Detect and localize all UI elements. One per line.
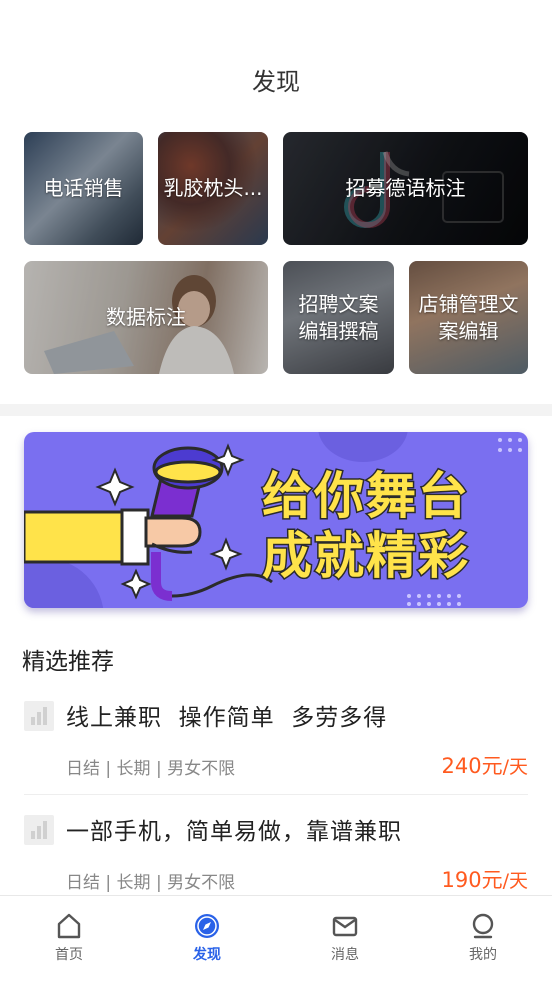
job-thumbnail-icon bbox=[24, 815, 54, 845]
mail-icon bbox=[332, 916, 358, 937]
compass-icon bbox=[195, 914, 219, 938]
section-title: 精选推荐 bbox=[22, 642, 126, 678]
category-tile-shop-management[interactable]: 店铺管理文 案编辑 bbox=[409, 261, 528, 374]
category-label: 招聘文案 编辑撰稿 bbox=[298, 291, 379, 343]
header: 发现 bbox=[0, 0, 552, 120]
tab-profile[interactable]: 我的 bbox=[414, 896, 552, 981]
category-label: 数据标注 bbox=[106, 305, 186, 329]
job-tags: 日结 | 长期 | 男女不限 bbox=[66, 873, 236, 893]
tab-label: 发现 bbox=[193, 947, 221, 963]
category-label: 店铺管理文 案编辑 bbox=[418, 291, 519, 343]
category-label: 招募德语标注 bbox=[345, 176, 466, 200]
category-tile-copywriting[interactable]: 招聘文案 编辑撰稿 bbox=[283, 261, 394, 374]
banner-headline-1: 给你舞台 bbox=[261, 466, 470, 527]
job-price: 240元/天 bbox=[441, 754, 529, 778]
category-tile-latex-pillow[interactable]: 乳胶枕头... bbox=[158, 132, 268, 245]
category-label: 乳胶枕头... bbox=[163, 176, 263, 200]
bottom-tab-bar: 首页 发现 消息 我的 bbox=[0, 895, 552, 981]
section-title-text: 精选推荐 bbox=[22, 649, 114, 675]
home-icon bbox=[57, 913, 81, 939]
banner-headline-2: 成就精彩 bbox=[261, 526, 470, 587]
user-icon bbox=[472, 913, 494, 939]
page-title: 发现 bbox=[252, 68, 300, 96]
tab-label: 消息 bbox=[331, 947, 359, 963]
row-divider bbox=[24, 794, 528, 795]
section-divider bbox=[0, 404, 552, 416]
tab-label: 我的 bbox=[469, 947, 497, 963]
job-thumbnail-icon bbox=[24, 701, 54, 731]
category-tile-german-annotation[interactable]: 招募德语标注 bbox=[283, 132, 528, 245]
promo-banner[interactable]: 给你舞台 成就精彩 bbox=[24, 432, 528, 608]
job-price: 190元/天 bbox=[441, 868, 529, 892]
job-title: 一部手机，简单易做，靠谱兼职 bbox=[66, 819, 402, 845]
tab-label: 首页 bbox=[55, 947, 83, 963]
tab-discover[interactable]: 发现 bbox=[138, 896, 276, 981]
category-label: 电话销售 bbox=[43, 176, 124, 200]
category-tile-phone-sales[interactable]: 电话销售 bbox=[24, 132, 143, 245]
tab-messages[interactable]: 消息 bbox=[276, 896, 414, 981]
category-tile-data-annotation[interactable]: 数据标注 bbox=[24, 261, 268, 374]
job-tags: 日结 | 长期 | 男女不限 bbox=[66, 759, 236, 779]
job-title: 线上兼职 操作简单 多劳多得 bbox=[66, 705, 388, 731]
tab-home[interactable]: 首页 bbox=[0, 896, 138, 981]
